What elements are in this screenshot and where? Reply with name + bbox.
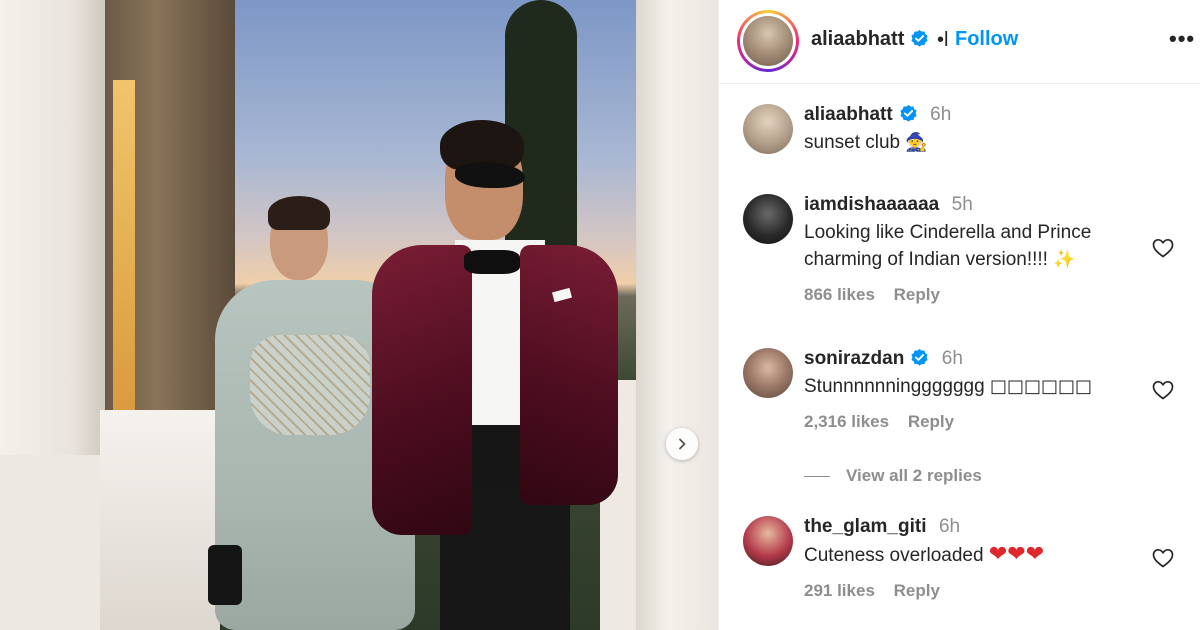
comment-body: sonirazdan 6h Stunnnnnninggggggg □□□□□□ … [804, 348, 1134, 432]
comment-text: Cuteness overloaded ❤❤❤ [804, 541, 1134, 569]
author-avatar[interactable] [737, 10, 799, 72]
post-photo[interactable] [0, 0, 718, 630]
comment-text-body: Cuteness overloaded [804, 545, 984, 566]
verified-badge-icon [911, 29, 928, 47]
comment-text: Looking like Cinderella and Prince charm… [804, 219, 1134, 273]
chevron-right-icon [679, 438, 686, 450]
verified-badge-icon [911, 348, 928, 366]
post-side-panel: aliaabhatt •l Follow ••• aliaabhatt 6h s… [718, 0, 1200, 630]
author-username[interactable]: aliaabhatt [811, 28, 904, 50]
author-username-row[interactable]: aliaabhatt [811, 28, 929, 51]
comment-avatar[interactable] [743, 516, 793, 566]
like-comment-button[interactable] [1151, 236, 1175, 260]
reply-button[interactable]: Reply [894, 581, 940, 600]
verified-badge-icon [900, 104, 917, 122]
view-replies-label[interactable]: View all 2 replies [846, 466, 982, 485]
red-heart-emoji-icon: ❤❤❤ [988, 542, 1045, 567]
photo-column-right [636, 0, 718, 630]
comment-avatar[interactable] [743, 194, 793, 244]
comment-meta: 291 likes Reply [804, 581, 1134, 601]
follow-button[interactable]: Follow [955, 28, 1018, 51]
photo-man-jacket-left [372, 245, 472, 535]
comment-body: the_glam_giti 6h Cuteness overloaded ❤❤❤… [804, 516, 1134, 601]
comment-body: aliaabhatt 6h sunset club 🧙 [804, 104, 1134, 156]
sparkles-emoji-icon: ✨ [1053, 249, 1076, 270]
comment-likes[interactable]: 291 likes [804, 581, 875, 600]
photo-bow-tie [464, 250, 520, 274]
comment-meta: 2,316 likes Reply [804, 412, 1134, 432]
comment-avatar[interactable] [743, 348, 793, 398]
photo-woman-hair [268, 196, 330, 230]
comment-text-body: Stunnnnnninggggggg [804, 376, 985, 397]
photo-man-jacket-right [520, 245, 618, 505]
comment-time[interactable]: 6h [942, 348, 963, 369]
comment-meta: 866 likes Reply [804, 285, 1134, 305]
like-comment-button[interactable] [1151, 378, 1175, 402]
comment-time[interactable]: 6h [939, 516, 960, 537]
next-photo-button[interactable] [666, 428, 698, 460]
missing-glyph-emoji-icon: □□□□□□ [989, 376, 1093, 397]
heart-outline-icon [1152, 238, 1174, 258]
comment-text-body: sunset club [804, 132, 901, 153]
heart-outline-icon [1152, 380, 1174, 400]
reply-button[interactable]: Reply [908, 412, 954, 431]
comment-time[interactable]: 6h [930, 104, 951, 125]
comment-avatar[interactable] [743, 104, 793, 154]
comment-likes[interactable]: 866 likes [804, 285, 875, 304]
comment-body: iamdishaaaaaa 5h Looking like Cinderella… [804, 194, 1134, 305]
comment-username[interactable]: sonirazdan [804, 348, 904, 369]
photo-woman-bodice [250, 335, 370, 435]
more-options-button[interactable]: ••• [1169, 26, 1195, 52]
post-header: aliaabhatt •l Follow ••• [719, 0, 1200, 84]
comment-likes[interactable]: 2,316 likes [804, 412, 889, 431]
header-separator: •l [937, 29, 949, 51]
view-replies-button[interactable]: View all 2 replies [804, 466, 982, 486]
replies-divider [804, 476, 830, 478]
comment-text: Stunnnnnninggggggg □□□□□□ [804, 373, 1134, 400]
like-comment-button[interactable] [1151, 546, 1175, 570]
wizard-emoji-icon: 🧙 [905, 132, 928, 153]
comment-text: sunset club 🧙 [804, 129, 1134, 156]
reply-button[interactable]: Reply [894, 285, 940, 304]
heart-outline-icon [1152, 548, 1174, 568]
photo-railing [100, 410, 220, 630]
comment-username[interactable]: aliaabhatt [804, 104, 893, 125]
comment-time[interactable]: 5h [952, 194, 973, 215]
comment-username[interactable]: iamdishaaaaaa [804, 194, 939, 215]
comment-username[interactable]: the_glam_giti [804, 516, 926, 537]
comment-text-body: Looking like Cinderella and Prince charm… [804, 222, 1092, 270]
photo-handbag [208, 545, 242, 605]
